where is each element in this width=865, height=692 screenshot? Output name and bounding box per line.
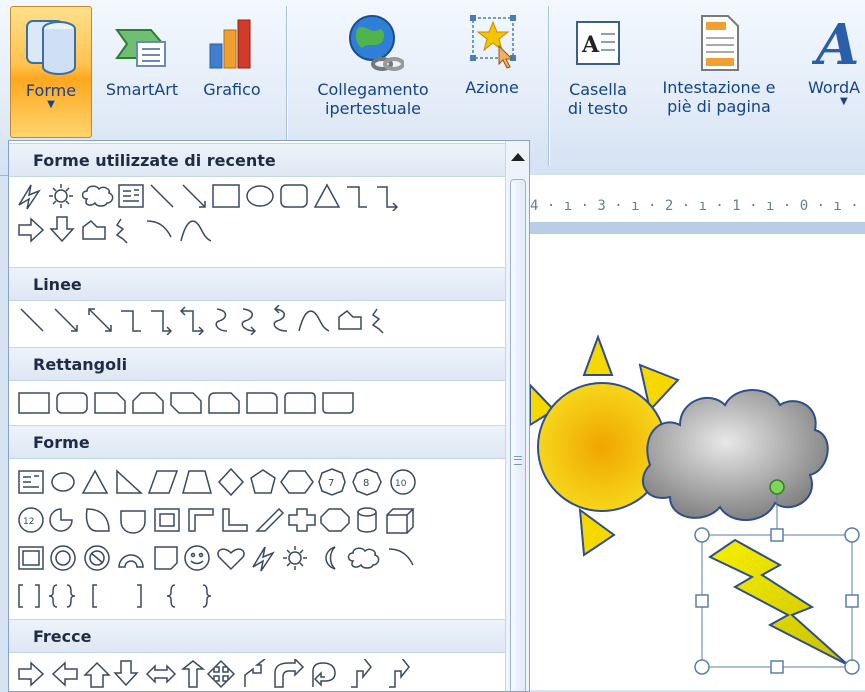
scroll-grip-line xyxy=(514,459,522,460)
group-separator xyxy=(548,6,549,166)
svg-text:8: 8 xyxy=(363,478,369,489)
hyperlink-label-line2: ipertestuale xyxy=(325,99,421,118)
scroll-grip-icon xyxy=(514,456,522,465)
ruler-band xyxy=(530,222,865,234)
recent-shapes-row2[interactable] xyxy=(17,215,277,245)
basic-shapes-row: 12 xyxy=(17,505,507,535)
hyperlink-button[interactable]: Collegamento ipertestuale xyxy=(298,6,448,136)
rotation-handle[interactable] xyxy=(769,479,785,495)
lines-row xyxy=(17,304,507,336)
forme-label: Forme xyxy=(25,81,77,100)
section-header-lines: Linee xyxy=(9,267,505,301)
forme-button[interactable]: Forme ▼ xyxy=(10,6,92,138)
header-footer-button[interactable]: Intestazione e piè di pagina xyxy=(644,6,794,136)
arrows-row xyxy=(17,656,507,689)
resize-handle[interactable] xyxy=(844,527,860,543)
basic-shapes-row2[interactable]: 12 xyxy=(17,505,507,535)
section-header-recent: Forme utilizzate di recente xyxy=(9,143,505,177)
textbox-icon: A xyxy=(576,21,620,65)
chevron-down-icon: ▼ xyxy=(840,96,848,107)
scroll-up-arrow-icon[interactable] xyxy=(511,153,525,161)
chart-icon xyxy=(209,19,251,69)
svg-text:7: 7 xyxy=(328,478,334,489)
resize-handle[interactable] xyxy=(770,528,784,542)
casella-button[interactable]: A Casella di testo xyxy=(556,6,640,136)
basic-shapes-row1[interactable]: 7 8 10 xyxy=(17,467,507,497)
casella-label-line2: di testo xyxy=(567,99,629,118)
wordart-label: WordA xyxy=(808,78,861,97)
resize-handle[interactable] xyxy=(695,594,709,608)
resize-handle[interactable] xyxy=(844,659,860,675)
grafico-label: Grafico xyxy=(203,80,261,99)
recent-shapes-row xyxy=(17,215,277,245)
header-footer-label-line2: piè di pagina xyxy=(667,97,771,116)
horizontal-ruler: 4 · ı · 3 · ı · 2 · ı · 1 · ı · 0 · ı · xyxy=(530,190,865,223)
lightning-shape[interactable] xyxy=(707,538,849,666)
shapes-gallery-panel: Forme utilizzate di recente Linee Rettan… xyxy=(8,140,530,692)
svg-text:A: A xyxy=(812,12,859,74)
basic-shapes-row xyxy=(17,581,277,611)
azione-label: Azione xyxy=(465,78,519,97)
smartart-icon xyxy=(115,29,166,67)
arrow-shapes[interactable] xyxy=(17,656,507,689)
action-icon xyxy=(470,15,516,69)
gallery-scrollbar[interactable] xyxy=(505,141,529,691)
recent-shapes-row xyxy=(17,181,507,212)
casella-label-line1: Casella xyxy=(569,80,627,99)
lines-shapes[interactable] xyxy=(17,304,507,336)
smartart-label: SmartArt xyxy=(105,80,179,99)
rectangle-shapes[interactable] xyxy=(17,387,397,417)
header-footer-label-line1: Intestazione e xyxy=(662,78,776,97)
scrollbar-thumb[interactable] xyxy=(510,179,526,691)
recent-shapes-row1[interactable] xyxy=(17,181,507,212)
resize-handle[interactable] xyxy=(694,659,710,675)
wordart-button[interactable]: A WordA ▼ xyxy=(800,6,865,136)
shapes-icon xyxy=(26,20,76,75)
azione-button[interactable]: Azione xyxy=(452,6,532,136)
svg-text:10: 10 xyxy=(395,479,407,489)
section-header-arrows: Frecce xyxy=(9,619,505,653)
resize-handle[interactable] xyxy=(694,527,710,543)
basic-shapes-row: 7 8 10 xyxy=(17,467,507,497)
resize-handle[interactable] xyxy=(770,660,784,674)
svg-text:A: A xyxy=(581,32,600,58)
basic-shapes-row4[interactable] xyxy=(17,581,277,611)
rectangles-row xyxy=(17,387,397,417)
header-footer-icon xyxy=(701,15,739,71)
grafico-button[interactable]: Grafico xyxy=(192,6,272,136)
slide-drawing[interactable] xyxy=(530,235,865,690)
smartart-button[interactable]: SmartArt xyxy=(96,6,188,136)
basic-shapes-row3[interactable] xyxy=(17,543,507,573)
selection-frame[interactable] xyxy=(694,479,860,675)
wordart-icon: A xyxy=(811,12,859,78)
cloud-shape[interactable] xyxy=(641,389,829,521)
resize-handle[interactable] xyxy=(845,594,859,608)
svg-text:12: 12 xyxy=(23,517,34,527)
hyperlink-label-line1: Collegamento xyxy=(317,80,429,99)
section-header-rectangles: Rettangoli xyxy=(9,347,505,381)
basic-shapes-row xyxy=(17,543,507,573)
section-header-basic-shapes: Forme xyxy=(9,425,505,459)
chevron-down-icon: ▼ xyxy=(47,99,55,110)
globe-link-icon xyxy=(349,15,405,71)
